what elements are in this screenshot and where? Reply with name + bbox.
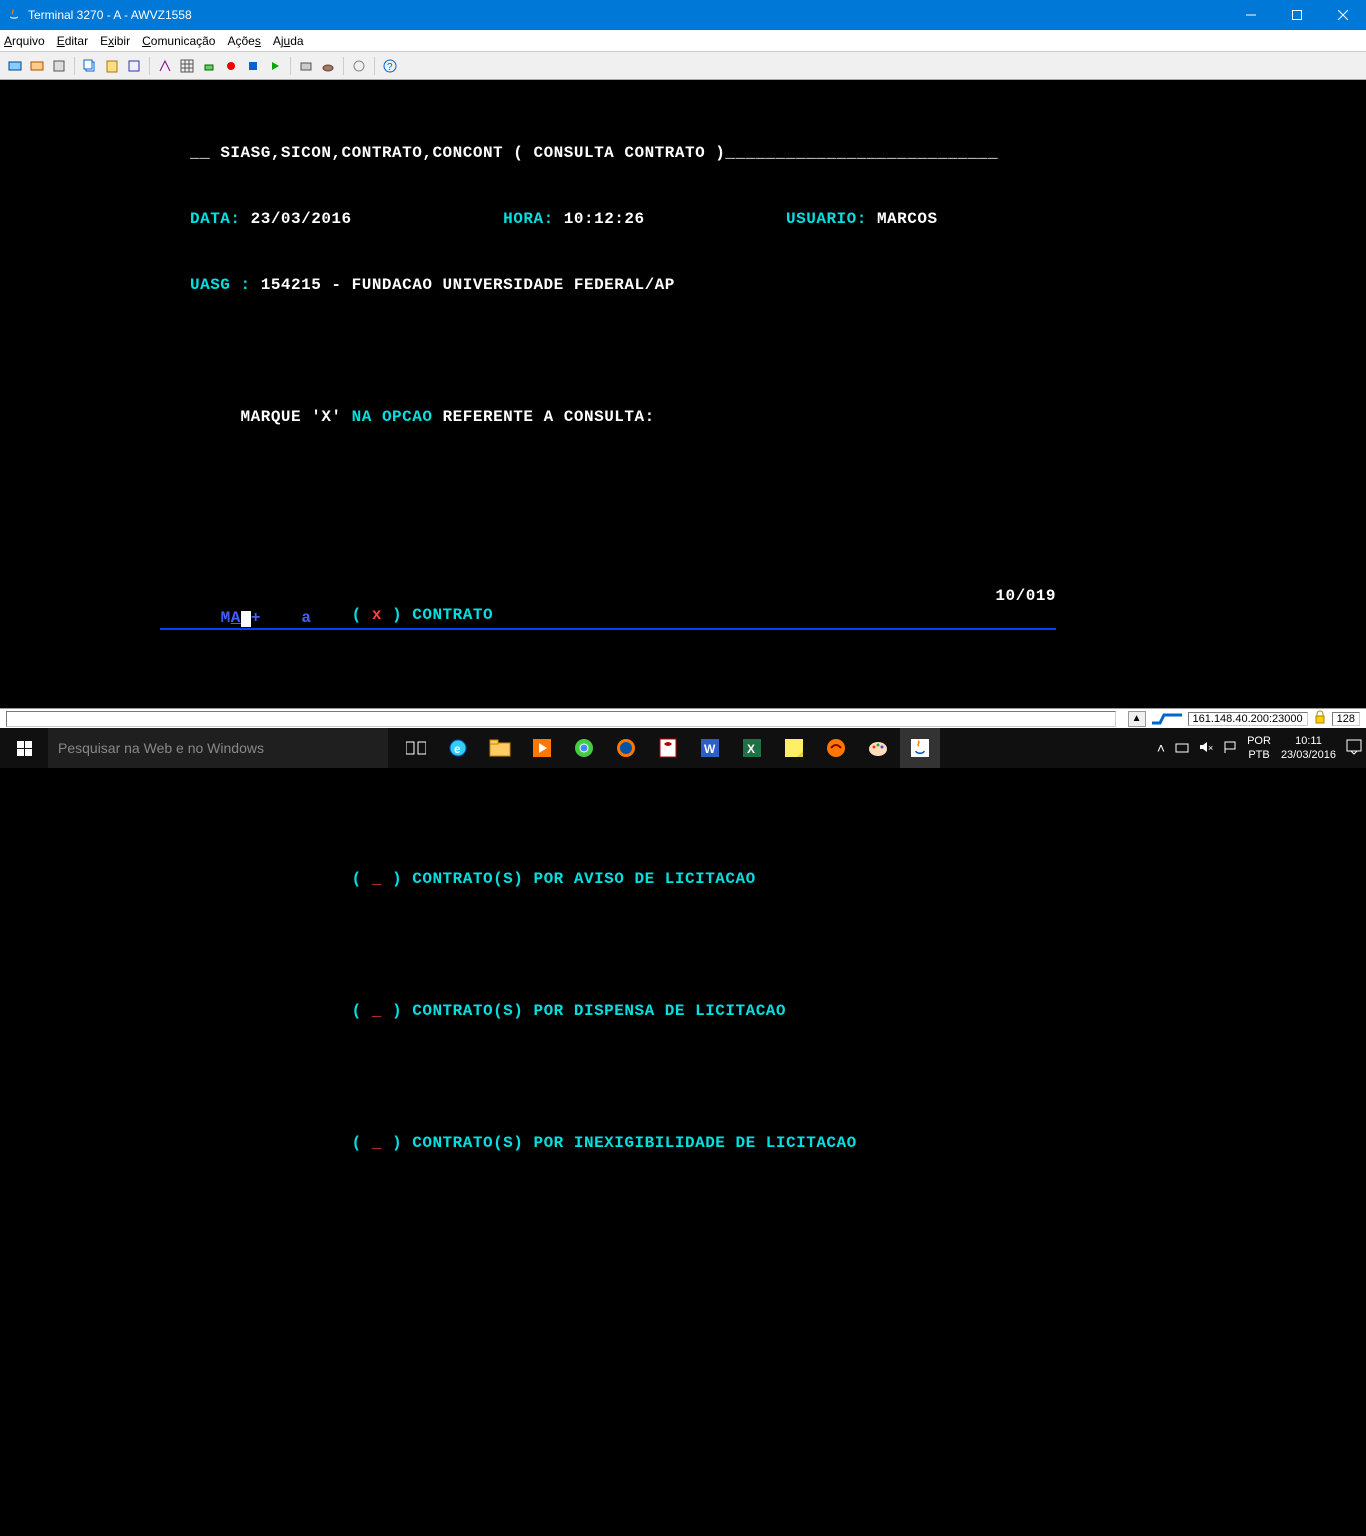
paint-icon[interactable]: [858, 728, 898, 768]
toolbar-icon-13[interactable]: [297, 57, 315, 75]
menu-exibir[interactable]: Exibir: [100, 34, 130, 48]
java-app-icon[interactable]: [900, 728, 940, 768]
connection-status-bar: ▲ 161.148.40.200:23000 128: [0, 708, 1366, 728]
excel-icon[interactable]: X: [732, 728, 772, 768]
toolbar-icon-15[interactable]: [350, 57, 368, 75]
scroll-up-button[interactable]: ▲: [1128, 711, 1146, 727]
word-icon[interactable]: W: [690, 728, 730, 768]
terminal-path-line: __ SIASG,SICON,CONTRATO,CONCONT ( CONSUL…: [0, 142, 1366, 164]
svg-text:×: ×: [1208, 743, 1213, 753]
sticky-notes-icon[interactable]: [774, 728, 814, 768]
terminal-option-aviso-licitacao[interactable]: ( _ ) CONTRATO(S) POR AVISO DE LICITACAO: [0, 868, 1366, 890]
toolbar-separator: [149, 57, 150, 75]
toolbar-copy-icon[interactable]: [81, 57, 99, 75]
svg-text:W: W: [704, 742, 716, 756]
menu-arquivo[interactable]: AArquivorquivo: [4, 34, 45, 48]
cursor-position: 10/019: [995, 585, 1056, 651]
explorer-icon[interactable]: [480, 728, 520, 768]
window-controls: [1228, 0, 1366, 30]
app-icon-orange[interactable]: [816, 728, 856, 768]
terminal-status-row: MA+ a 10/019: [160, 585, 1056, 651]
toolbar-separator: [374, 57, 375, 75]
toolbar-icon-7[interactable]: [156, 57, 174, 75]
toolbar-play-icon[interactable]: [266, 57, 284, 75]
tray-clock[interactable]: 10:11 23/03/2016: [1281, 734, 1336, 762]
toolbar-icon-14[interactable]: [319, 57, 337, 75]
terminal-screen[interactable]: __ SIASG,SICON,CONTRATO,CONCONT ( CONSUL…: [0, 80, 1366, 705]
windows-taskbar: Pesquisar na Web e no Windows e W X ˄ × …: [0, 728, 1366, 768]
search-placeholder: Pesquisar na Web e no Windows: [58, 740, 264, 756]
toolbar-icon-9[interactable]: [200, 57, 218, 75]
toolbar-icon-3[interactable]: [50, 57, 68, 75]
tray-language[interactable]: POR PTB: [1247, 734, 1271, 762]
connection-icon: [1152, 712, 1182, 726]
toolbar: ?: [0, 52, 1366, 80]
svg-text:?: ?: [387, 62, 393, 73]
windows-logo-icon: [17, 741, 32, 756]
tray-network-icon[interactable]: [1175, 740, 1189, 757]
toolbar-stop-icon[interactable]: [244, 57, 262, 75]
terminal-uasg-line: UASG : 154215 - FUNDACAO UNIVERSIDADE FE…: [0, 274, 1366, 296]
tray-flag-icon[interactable]: [1223, 740, 1237, 757]
ie-icon[interactable]: e: [438, 728, 478, 768]
toolbar-separator: [290, 57, 291, 75]
terminal-instruction-line: MARQUE 'X' NA OPCAO REFERENTE A CONSULTA…: [0, 406, 1366, 428]
window-title: Terminal 3270 - A - AWVZ1558: [28, 8, 1228, 22]
tray-notifications-icon[interactable]: [1346, 739, 1362, 758]
media-player-icon[interactable]: [522, 728, 562, 768]
menu-comunicacao[interactable]: Comunicação: [142, 34, 215, 48]
system-tray: ˄ × POR PTB 10:11 23/03/2016: [1157, 728, 1366, 768]
window-titlebar: Terminal 3270 - A - AWVZ1558: [0, 0, 1366, 30]
reader-icon[interactable]: [648, 728, 688, 768]
task-view-icon[interactable]: [396, 728, 436, 768]
tray-chevron-up-icon[interactable]: ˄: [1157, 740, 1165, 756]
menu-ajuda[interactable]: Ajuda: [273, 34, 304, 48]
maximize-button[interactable]: [1274, 0, 1320, 30]
session-number: 128: [1332, 712, 1360, 726]
menu-editar[interactable]: Editar: [57, 34, 88, 48]
start-button[interactable]: [0, 728, 48, 768]
taskbar-apps: e W X: [396, 728, 940, 768]
toolbar-separator: [343, 57, 344, 75]
toolbar-icon-1[interactable]: [6, 57, 24, 75]
toolbar-record-icon[interactable]: [222, 57, 240, 75]
terminal-header-line: DATA: 23/03/2016 HORA: 10:12:26 USUARIO:…: [0, 208, 1366, 230]
host-address: 161.148.40.200:23000: [1188, 712, 1308, 726]
close-button[interactable]: [1320, 0, 1366, 30]
terminal-option-dispensa-licitacao[interactable]: ( _ ) CONTRATO(S) POR DISPENSA DE LICITA…: [0, 1000, 1366, 1022]
svg-text:e: e: [454, 742, 461, 756]
tray-volume-icon[interactable]: ×: [1199, 740, 1213, 757]
toolbar-help-icon[interactable]: ?: [381, 57, 399, 75]
java-icon: [6, 7, 22, 23]
toolbar-grid-icon[interactable]: [178, 57, 196, 75]
taskbar-search[interactable]: Pesquisar na Web e no Windows: [48, 728, 388, 768]
toolbar-icon-6[interactable]: [125, 57, 143, 75]
svg-text:X: X: [747, 742, 755, 756]
chrome-icon[interactable]: [564, 728, 604, 768]
terminal-option-inexigibilidade[interactable]: ( _ ) CONTRATO(S) POR INEXIGIBILIDADE DE…: [0, 1132, 1366, 1154]
toolbar-paste-icon[interactable]: [103, 57, 121, 75]
minimize-button[interactable]: [1228, 0, 1274, 30]
status-bar-blank: [6, 711, 1116, 727]
toolbar-separator: [74, 57, 75, 75]
lock-icon: [1314, 710, 1326, 727]
menu-acoes[interactable]: Ações: [227, 34, 260, 48]
firefox-icon[interactable]: [606, 728, 646, 768]
menu-bar: AArquivorquivo Editar Exibir Comunicação…: [0, 30, 1366, 52]
toolbar-icon-2[interactable]: [28, 57, 46, 75]
